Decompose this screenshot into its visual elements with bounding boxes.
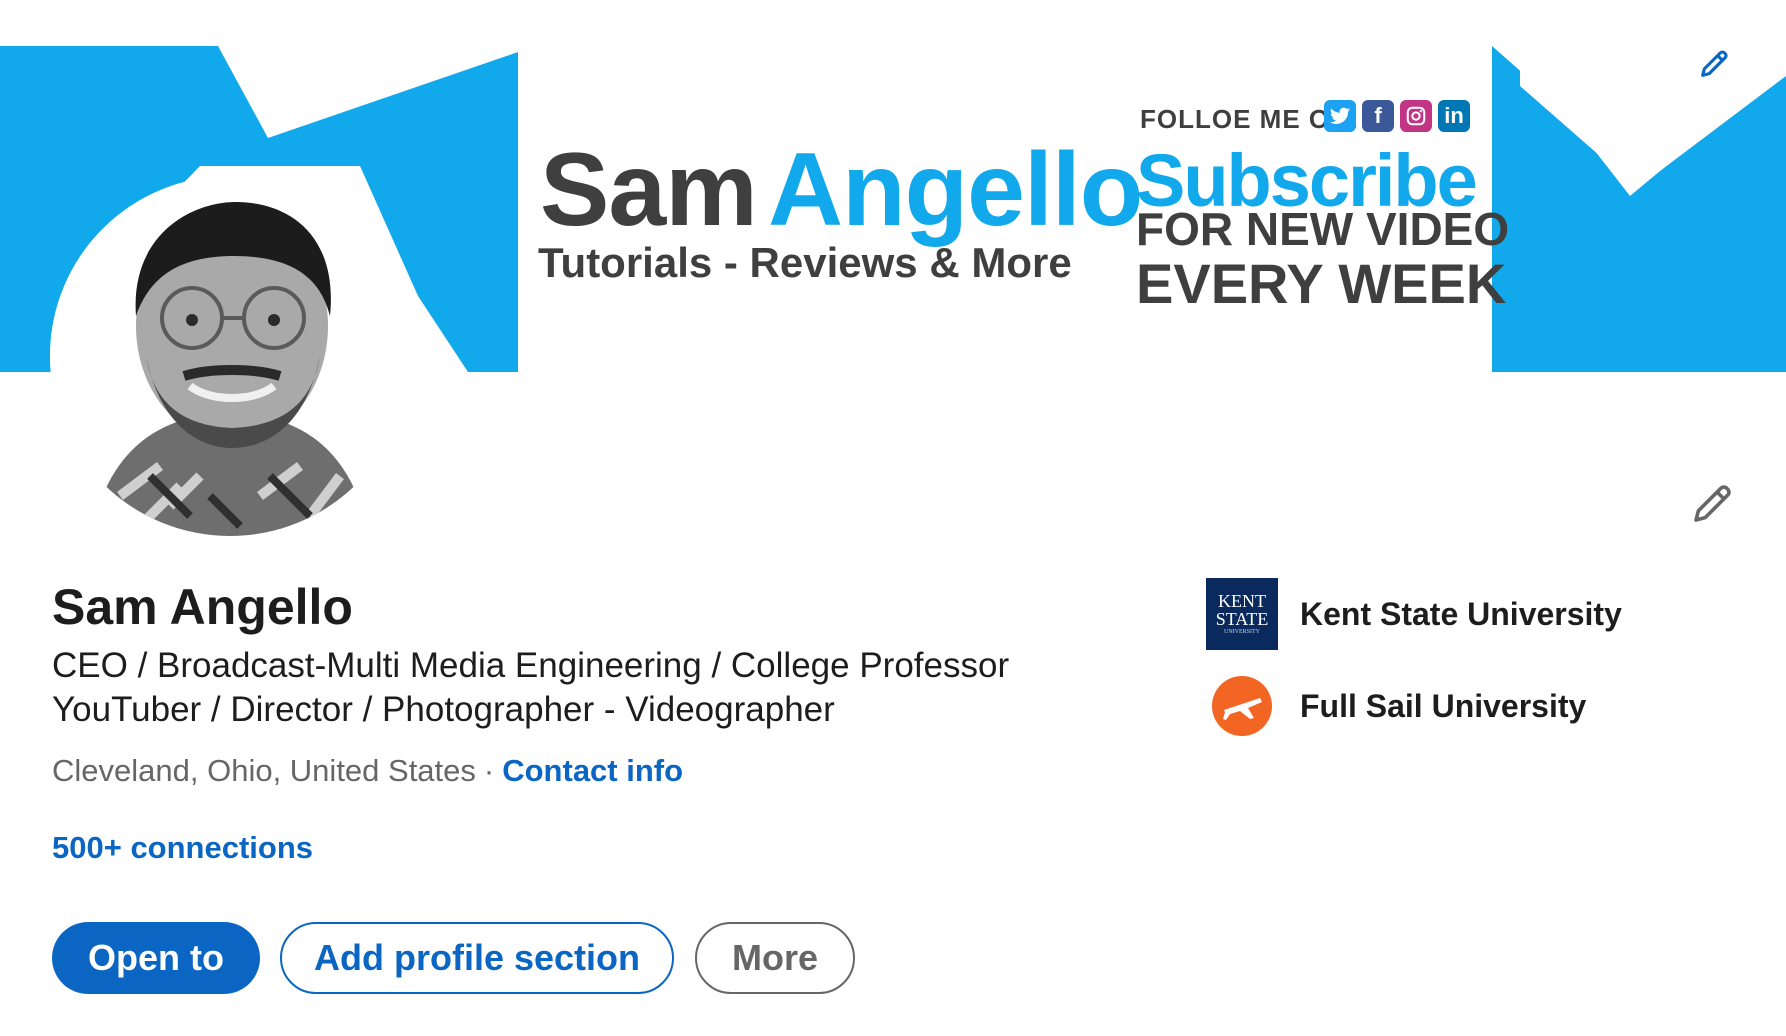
banner-last-name: Angello xyxy=(768,132,1143,248)
add-profile-section-button[interactable]: Add profile section xyxy=(280,922,674,994)
twitter-icon xyxy=(1324,100,1356,132)
banner-new-video: FOR NEW VIDEO xyxy=(1136,203,1510,255)
headline-line-2: YouTuber / Director / Photographer - Vid… xyxy=(52,690,835,729)
profile-photo[interactable] xyxy=(50,176,410,536)
avatar xyxy=(50,176,410,536)
logo-text-state: STATE xyxy=(1215,609,1269,629)
contact-info-link[interactable]: Contact info xyxy=(502,753,683,788)
profile-headline: CEO / Broadcast-Multi Media Engineering … xyxy=(52,644,1132,732)
facebook-icon: f xyxy=(1362,100,1394,132)
edit-intro-button[interactable] xyxy=(1684,478,1740,534)
more-button[interactable]: More xyxy=(695,922,855,994)
education-name: Kent State University xyxy=(1300,595,1622,632)
edit-banner-button[interactable] xyxy=(1686,38,1742,94)
open-to-button[interactable]: Open to xyxy=(52,922,260,994)
profile-name: Sam Angello xyxy=(52,579,353,635)
education-name: Full Sail University xyxy=(1300,687,1587,724)
connections-link[interactable]: 500+ connections xyxy=(52,830,313,866)
airplane-icon xyxy=(1212,676,1272,736)
logo-text-kent: KENT xyxy=(1218,591,1266,611)
separator-dot: · xyxy=(483,753,495,788)
instagram-icon xyxy=(1400,100,1432,132)
location-row: Cleveland, Ohio, United States · Contact i… xyxy=(52,752,683,789)
headline-line-1: CEO / Broadcast-Multi Media Engineering … xyxy=(52,646,1010,685)
banner-tagline: Tutorials - Reviews & More xyxy=(538,239,1072,286)
banner-every-week: EVERY WEEK xyxy=(1136,252,1507,315)
linkedin-icon: in xyxy=(1438,100,1470,132)
location: Cleveland, Ohio, United States xyxy=(52,753,476,788)
pencil-icon xyxy=(1697,47,1731,86)
pencil-icon xyxy=(1688,480,1736,533)
education-item-full-sail[interactable]: Full Sail University xyxy=(1206,670,1586,742)
kent-state-logo: KENT STATE UNIVERSITY xyxy=(1206,578,1278,650)
logo-text-university: UNIVERSITY xyxy=(1224,629,1260,635)
full-sail-logo xyxy=(1206,670,1278,742)
education-item-kent-state[interactable]: KENT STATE UNIVERSITY Kent State Univers… xyxy=(1206,578,1622,650)
banner-first-name: Sam xyxy=(540,132,758,248)
